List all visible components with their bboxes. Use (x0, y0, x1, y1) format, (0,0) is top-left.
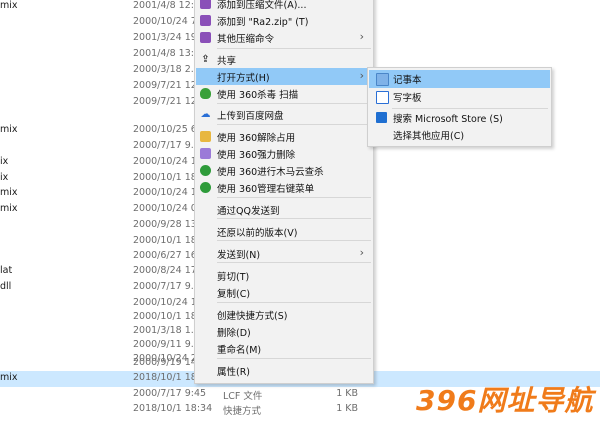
submenu-item-label: 写字板 (393, 93, 422, 104)
menu-item-send-to[interactable]: 发送到(N) › (196, 245, 372, 262)
menu-item-label: 使用 360强力删除 (217, 150, 296, 161)
submenu-item-search-store[interactable]: 搜索 Microsoft Store (S) (369, 109, 550, 127)
menu-separator (217, 103, 371, 104)
file-date: 2000/7/17 9:45 (133, 388, 207, 399)
chevron-right-icon: › (359, 246, 364, 259)
submenu-item-label: 选择其他应用(C) (393, 131, 465, 142)
menu-item-label: 重命名(M) (217, 345, 262, 356)
menu-separator (217, 197, 371, 198)
context-menu: 添加到压缩文件(A)... 添加到 "Ra2.zip" (T) 其他压缩命令 ›… (194, 0, 374, 384)
file-type: 快捷方式 (223, 406, 262, 417)
menu-item-label: 上传到百度网盘 (217, 111, 284, 122)
menu-separator (217, 124, 371, 125)
menu-item-label: 删除(D) (217, 328, 251, 339)
360-delete-icon (200, 148, 211, 159)
file-date: 2001/4/8 13:... (133, 48, 204, 59)
menu-item-label: 使用 360管理右键菜单 (217, 184, 315, 195)
file-name: ix (0, 156, 9, 167)
menu-item-360-trojan-scan[interactable]: 使用 360进行木马云查杀 (196, 162, 372, 179)
menu-item-label: 通过QQ发送到 (217, 206, 280, 217)
menu-item-360-force-delete[interactable]: 使用 360强力删除 (196, 145, 372, 162)
menu-item-open-with[interactable]: 打开方式(H) › (196, 68, 372, 85)
menu-item-label: 属性(R) (217, 367, 251, 378)
menu-item-label: 使用 360杀毒 扫描 (217, 90, 299, 101)
menu-item-360-unlock[interactable]: 使用 360解除占用 (196, 128, 372, 145)
chevron-right-icon: › (359, 30, 364, 43)
menu-separator (217, 358, 371, 359)
file-name: mix (0, 0, 18, 11)
360-menu-icon (200, 182, 211, 193)
menu-item-add-to-zip[interactable]: 添加到 "Ra2.zip" (T) (196, 12, 372, 29)
360-trojan-icon (200, 165, 211, 176)
menu-item-share[interactable]: ⇪ 共享 (196, 51, 372, 68)
menu-separator (217, 218, 371, 219)
watermark-logo: 396网址导航 (416, 384, 594, 417)
store-icon (376, 112, 387, 123)
menu-item-other-compress[interactable]: 其他压缩命令 › (196, 29, 372, 46)
menu-item-properties[interactable]: 属性(R) (196, 362, 372, 379)
file-size: 1 KB (336, 403, 358, 414)
file-type: LCF 文件 (223, 391, 263, 402)
share-icon: ⇪ (201, 54, 210, 65)
menu-item-label: 添加到压缩文件(A)... (217, 0, 307, 11)
menu-separator (217, 302, 371, 303)
menu-item-label: 添加到 "Ra2.zip" (T) (217, 17, 309, 28)
file-date: 2000/7/17 9... (133, 281, 200, 292)
submenu-item-label: 记事本 (393, 75, 422, 86)
menu-item-label: 共享 (217, 56, 237, 67)
menu-item-label: 还原以前的版本(V) (217, 228, 298, 239)
menu-item-add-to-archive[interactable]: 添加到压缩文件(A)... (196, 0, 372, 12)
file-date: 2000/7/17 9... (133, 140, 200, 151)
menu-item-label: 使用 360解除占用 (217, 133, 296, 144)
menu-separator (217, 262, 371, 263)
file-name: mix (0, 187, 18, 198)
file-date: 2001/4/8 12:... (133, 0, 204, 11)
archive-icon (200, 15, 211, 26)
baidu-cloud-icon: ☁ (200, 109, 211, 120)
menu-item-delete[interactable]: 删除(D) (196, 323, 372, 340)
menu-item-360-scan[interactable]: 使用 360杀毒 扫描 (196, 85, 372, 102)
file-date: 2000/9/11 9... (133, 339, 200, 350)
file-name: lat (0, 265, 13, 276)
archive-icon (200, 32, 211, 43)
menu-separator (217, 48, 371, 49)
submenu-item-wordpad[interactable]: 写字板 (369, 88, 550, 106)
menu-item-label: 其他压缩命令 (217, 34, 275, 45)
file-size: 1 KB (336, 388, 358, 399)
file-date: 2000/3/18 2... (133, 64, 200, 75)
menu-item-label: 使用 360进行木马云查杀 (217, 167, 324, 178)
file-name: dll (0, 281, 12, 292)
file-name: ix (0, 172, 9, 183)
submenu-item-choose-other-app[interactable]: 选择其他应用(C) (369, 126, 550, 144)
menu-item-restore-previous[interactable]: 还原以前的版本(V) (196, 223, 372, 240)
file-date: 2018/10/1 18:34 (133, 403, 213, 414)
file-name: mix (0, 203, 18, 214)
menu-item-create-shortcut[interactable]: 创建快捷方式(S) (196, 306, 372, 323)
submenu-item-label: 搜索 Microsoft Store (S) (393, 114, 503, 125)
menu-item-rename[interactable]: 重命名(M) (196, 340, 372, 357)
menu-item-send-via-qq[interactable]: 通过QQ发送到 (196, 201, 372, 218)
chevron-right-icon: › (359, 69, 364, 82)
menu-item-baidu-upload[interactable]: ☁ 上传到百度网盘 (196, 106, 372, 123)
file-name: mix (0, 124, 18, 135)
menu-item-label: 复制(C) (217, 289, 251, 300)
notepad-icon (376, 73, 389, 86)
menu-separator (217, 240, 371, 241)
archive-icon (200, 0, 211, 9)
file-date: 2001/3/18 1... (133, 325, 200, 336)
menu-item-label: 剪切(T) (217, 272, 250, 283)
menu-item-360-menu-manager[interactable]: 使用 360管理右键菜单 (196, 179, 372, 196)
menu-item-label: 创建快捷方式(S) (217, 311, 288, 322)
menu-item-label: 发送到(N) (217, 250, 261, 261)
360-unlock-icon (200, 131, 211, 142)
open-with-submenu: 记事本 写字板 搜索 Microsoft Store (S) 选择其他应用(C) (367, 67, 552, 147)
menu-item-cut[interactable]: 剪切(T) (196, 267, 372, 284)
submenu-item-notepad[interactable]: 记事本 (369, 70, 550, 88)
wordpad-icon (376, 91, 389, 104)
menu-item-copy[interactable]: 复制(C) (196, 284, 372, 301)
menu-item-label: 打开方式(H) (217, 73, 270, 84)
file-name: mix (0, 372, 18, 383)
360-shield-icon (200, 88, 211, 99)
